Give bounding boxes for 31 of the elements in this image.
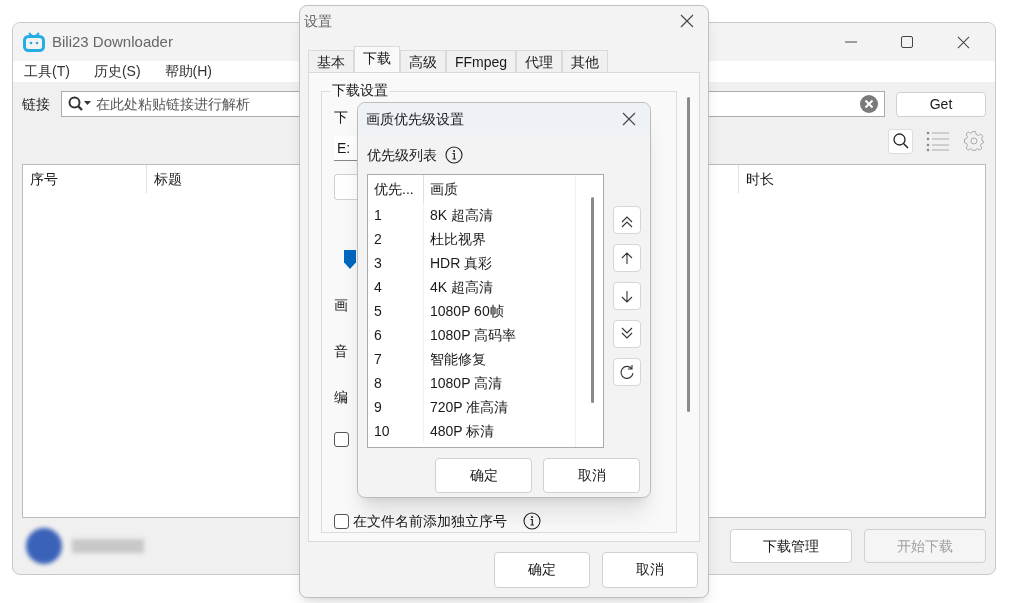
table-cell: 7 [368, 347, 424, 371]
table-cell-text: 杜比视界 [429, 230, 487, 249]
table-cell-text: HDR 真彩 [429, 254, 494, 273]
table-cell: 3 [368, 251, 424, 275]
quality-label: 画 [334, 296, 349, 314]
path-label: 下 [334, 108, 349, 126]
table-cell: 4 [368, 275, 424, 299]
table-cell-text: 720P 准高清 [429, 398, 510, 417]
table-cell-text: 480P 标清 [429, 422, 496, 441]
group-title: 下载设置 [330, 81, 390, 99]
table-cell-text: 8K 超高清 [429, 206, 494, 225]
list-label: 优先级列表 [367, 145, 437, 165]
table-cell: 8 [368, 371, 424, 395]
table-cell-text: 4K 超高清 [429, 278, 494, 297]
table-cell: 2 [368, 227, 424, 251]
table-cell-text: 1080P 高码率 [429, 326, 518, 345]
table-cell: 5 [368, 299, 424, 323]
dialog-title: 设置 [304, 11, 332, 31]
table-cell-text: 1080P 高清 [429, 374, 504, 393]
audio-label: 音 [334, 342, 349, 360]
table-cell-text: 智能修复 [429, 350, 487, 369]
table-cell: 1 [368, 203, 424, 227]
checkbox-label: 在文件名前添加独立序号 [353, 512, 507, 531]
table-cell: 9 [368, 395, 424, 419]
window-title: Bili23 Downloader [52, 31, 173, 52]
dialog-title: 画质优先级设置 [366, 109, 464, 129]
table-cell: 6 [368, 323, 424, 347]
table-cell: 10 [368, 419, 424, 443]
link-label: 链接 [22, 94, 51, 114]
codec-label: 编 [334, 388, 349, 406]
table-cell-text: 1080P 60帧 [429, 302, 505, 321]
